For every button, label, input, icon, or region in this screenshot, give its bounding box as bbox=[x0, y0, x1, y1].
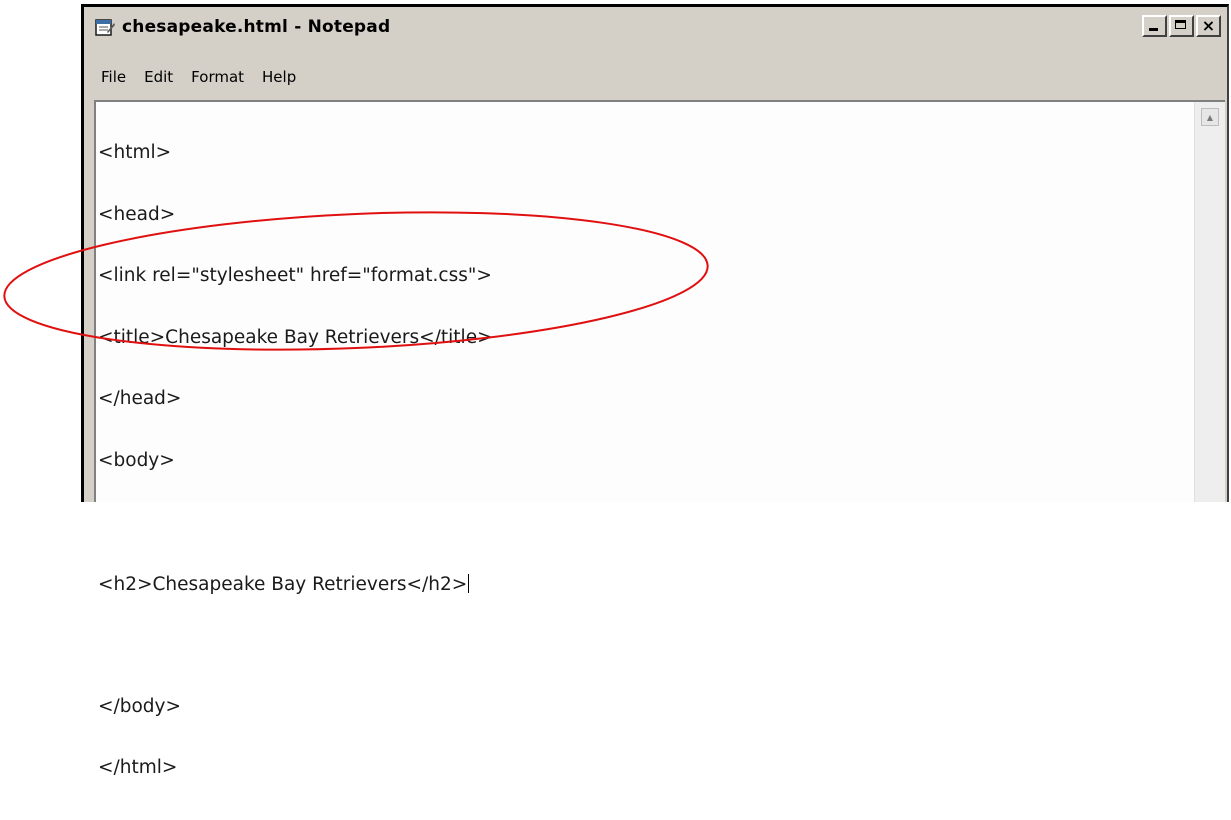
window-controls: × bbox=[1142, 15, 1221, 37]
menu-format[interactable]: Format bbox=[189, 66, 246, 88]
editor-line: <body> bbox=[98, 449, 175, 471]
editor-line: <head> bbox=[98, 203, 176, 225]
window-title: chesapeake.html - Notepad bbox=[122, 17, 391, 37]
editor-line-blank bbox=[98, 512, 1193, 533]
text-editor[interactable]: <html> <head> <link rel="stylesheet" hre… bbox=[94, 100, 1225, 778]
editor-text-area[interactable]: <html> <head> <link rel="stylesheet" hre… bbox=[98, 102, 1193, 777]
notepad-icon[interactable] bbox=[94, 17, 116, 37]
close-icon[interactable]: × bbox=[1196, 15, 1221, 37]
editor-line: <h2>Chesapeake Bay Retrievers</h2> bbox=[98, 573, 468, 595]
notepad-window: chesapeake.html - Notepad × File Edit Fo… bbox=[81, 4, 1229, 778]
minimize-icon[interactable] bbox=[1142, 15, 1167, 37]
editor-line: </html> bbox=[98, 757, 178, 778]
menu-file[interactable]: File bbox=[99, 66, 128, 88]
editor-line: <html> bbox=[98, 142, 172, 163]
text-caret bbox=[468, 573, 470, 593]
editor-line: <link rel="stylesheet" href="format.css"… bbox=[98, 265, 492, 286]
menu-help[interactable]: Help bbox=[260, 66, 298, 88]
menu-edit[interactable]: Edit bbox=[142, 66, 175, 88]
editor-line: <title>Chesapeake Bay Retrievers</title> bbox=[98, 326, 493, 348]
editor-line-blank bbox=[98, 635, 1193, 656]
maximize-icon[interactable] bbox=[1169, 15, 1194, 37]
title-bar[interactable]: chesapeake.html - Notepad × bbox=[84, 7, 1227, 47]
editor-line-current: <h2>Chesapeake Bay Retrievers</h2> bbox=[98, 573, 1193, 595]
menu-bar: File Edit Format Help bbox=[84, 63, 1227, 91]
editor-line: </body> bbox=[98, 695, 181, 717]
vertical-scrollbar[interactable]: ▲ bbox=[1194, 102, 1225, 502]
scroll-up-icon[interactable]: ▲ bbox=[1201, 108, 1219, 126]
editor-line: </head> bbox=[98, 388, 182, 409]
